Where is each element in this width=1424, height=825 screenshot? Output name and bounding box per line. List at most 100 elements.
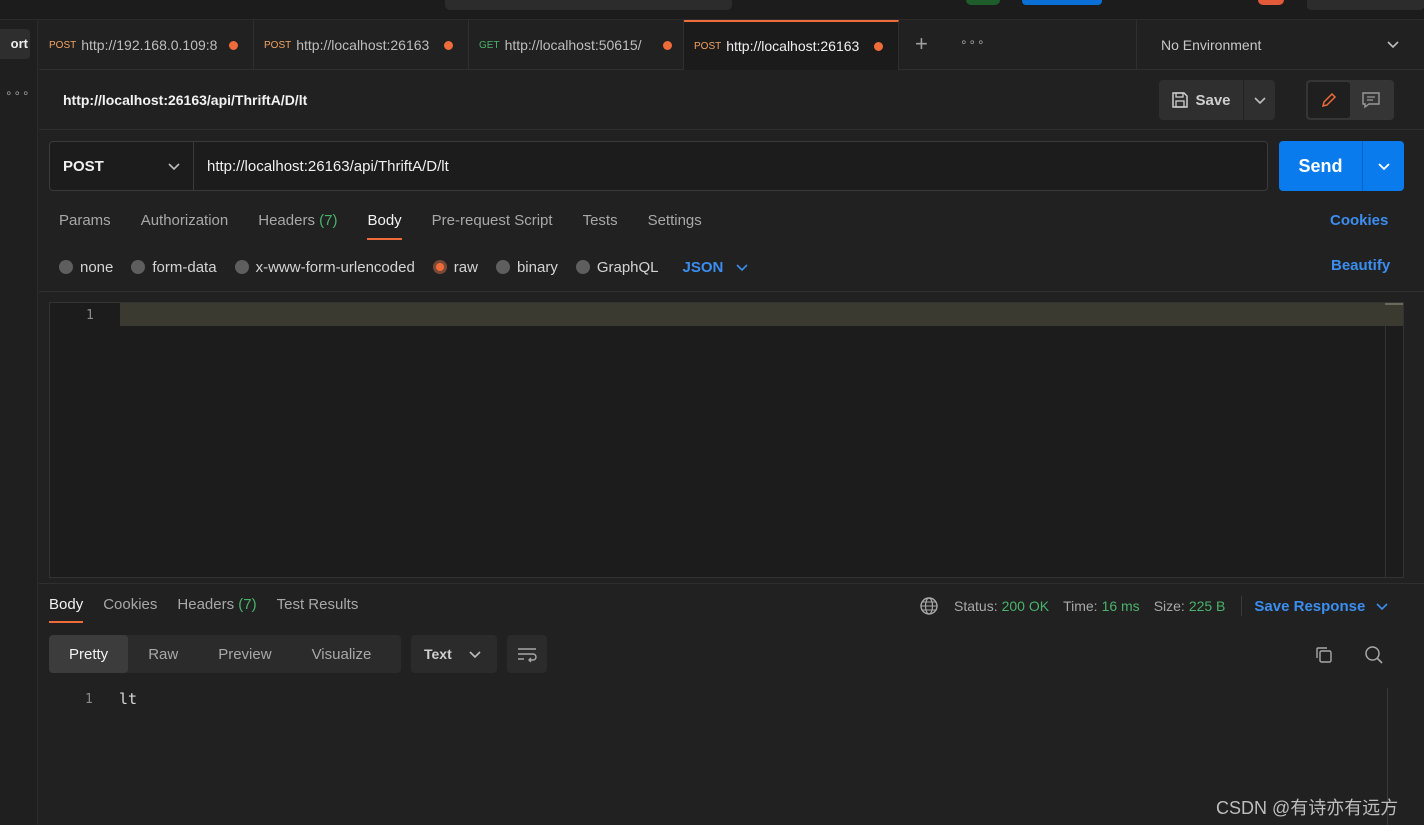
- divider: [1241, 596, 1243, 616]
- time-label: Time:: [1063, 598, 1098, 614]
- view-raw-button[interactable]: Raw: [128, 635, 198, 673]
- chevron-down-icon: [1253, 97, 1266, 105]
- response-tab-cookies[interactable]: Cookies: [103, 596, 157, 626]
- header-actions[interactable]: [1307, 0, 1424, 10]
- save-label: Save: [1195, 91, 1231, 109]
- tab-pre-request-script[interactable]: Pre-request Script: [432, 212, 553, 242]
- save-button[interactable]: Save: [1159, 80, 1243, 120]
- upgrade-button[interactable]: [1022, 0, 1102, 5]
- radio-icon: [234, 260, 249, 274]
- headers-count-badge: (7): [238, 596, 257, 613]
- body-type-urlencoded[interactable]: x-www-form-urlencoded: [234, 259, 415, 276]
- request-tab[interactable]: POST http://localhost:26163: [254, 20, 469, 70]
- new-tab-plus-icon[interactable]: +: [915, 32, 928, 56]
- url-input[interactable]: [194, 142, 1267, 190]
- request-tab[interactable]: GET http://localhost:50615/: [469, 20, 684, 70]
- wrap-lines-button[interactable]: [507, 635, 547, 673]
- save-response-button[interactable]: Save Response: [1254, 598, 1389, 615]
- comments-button[interactable]: [1350, 82, 1392, 118]
- tab-more-icon[interactable]: ∘∘∘: [960, 35, 986, 49]
- view-preview-button[interactable]: Preview: [198, 635, 291, 673]
- save-icon: [1172, 92, 1189, 108]
- body-type-binary[interactable]: binary: [495, 258, 558, 276]
- response-section-tabs: Body Cookies Headers (7) Test Results: [49, 596, 358, 626]
- invite-button[interactable]: [966, 0, 1000, 5]
- save-dropdown-button[interactable]: [1243, 80, 1275, 120]
- search-response-button[interactable]: [1362, 643, 1386, 667]
- radio-label: binary: [516, 258, 558, 276]
- comment-icon: [1362, 92, 1380, 109]
- body-type-form-data[interactable]: form-data: [131, 259, 217, 276]
- response-tab-headers[interactable]: Headers (7): [177, 596, 256, 626]
- unsaved-dot-icon: [444, 40, 454, 50]
- url-bar: POST: [49, 141, 1268, 191]
- request-body-editor[interactable]: 1: [49, 302, 1404, 578]
- unsaved-dot-icon: [662, 40, 672, 50]
- beautify-link[interactable]: Beautify: [1331, 257, 1390, 274]
- copy-response-button[interactable]: [1312, 643, 1336, 667]
- scrollbar-thumb[interactable]: [1385, 303, 1403, 326]
- chevron-down-icon: [736, 264, 748, 272]
- left-sidebar: ort ∘∘∘: [0, 20, 38, 825]
- radio-icon: [59, 260, 73, 274]
- response-tab-test-results[interactable]: Test Results: [277, 596, 359, 626]
- sidebar-more-icon[interactable]: ∘∘∘: [5, 86, 31, 100]
- method-select[interactable]: POST: [50, 142, 194, 190]
- status-label: Status:: [954, 598, 998, 614]
- response-body-viewer[interactable]: 1 lt: [49, 688, 1404, 825]
- divider: [39, 583, 1424, 584]
- cookies-link[interactable]: Cookies: [1330, 212, 1388, 229]
- tab-method: GET: [479, 39, 500, 51]
- format-label: Text: [424, 646, 452, 662]
- line-number: 1: [86, 308, 94, 323]
- import-button[interactable]: ort: [0, 29, 30, 59]
- global-search-bar[interactable]: [445, 0, 732, 10]
- tab-headers[interactable]: Headers (7): [258, 212, 337, 242]
- line-number: 1: [85, 692, 93, 707]
- pencil-icon: [1321, 92, 1337, 108]
- tab-url: http://localhost:50615/: [504, 37, 642, 53]
- environment-selector[interactable]: No Environment: [1136, 20, 1424, 70]
- tab-params[interactable]: Params: [59, 212, 111, 242]
- size-value: 225 B: [1188, 598, 1226, 614]
- tab-method: POST: [694, 40, 722, 52]
- request-tabs-bar: POST http://192.168.0.109:8 POST http://…: [39, 20, 1424, 70]
- view-visualize-button[interactable]: Visualize: [292, 635, 392, 673]
- tab-url: http://192.168.0.109:8: [81, 37, 218, 53]
- method-label: POST: [63, 157, 104, 175]
- environment-label: No Environment: [1161, 37, 1262, 53]
- body-type-raw[interactable]: raw: [432, 259, 478, 276]
- request-title[interactable]: http://localhost:26163/api/ThriftA/D/lt: [63, 92, 307, 108]
- tab-authorization[interactable]: Authorization: [141, 212, 229, 242]
- save-group: Save: [1159, 80, 1275, 120]
- language-select[interactable]: JSON: [683, 259, 750, 276]
- save-response-label: Save Response: [1254, 597, 1366, 615]
- chevron-down-icon: [168, 163, 180, 171]
- headers-count-badge: (7): [319, 212, 338, 229]
- tab-headers-label: Headers: [258, 212, 315, 229]
- request-tab-active[interactable]: POST http://localhost:26163: [684, 20, 899, 70]
- globe-icon[interactable]: [919, 596, 939, 616]
- edit-mode-button[interactable]: [1308, 82, 1350, 118]
- editor-scrollbar[interactable]: [1385, 303, 1403, 577]
- response-format-select[interactable]: Text: [411, 635, 497, 673]
- body-type-none[interactable]: none: [59, 259, 113, 276]
- tab-body[interactable]: Body: [367, 212, 402, 242]
- response-tab-body[interactable]: Body: [49, 596, 84, 626]
- response-content: lt: [119, 690, 138, 708]
- app-header: [0, 0, 1424, 20]
- avatar[interactable]: [1258, 0, 1284, 5]
- watermark: CSDN @有诗亦有远方: [1216, 798, 1399, 818]
- view-pretty-button[interactable]: Pretty: [49, 635, 129, 673]
- tab-method: POST: [264, 39, 292, 51]
- body-type-graphql[interactable]: GraphQL: [575, 259, 659, 276]
- mode-toggle: [1306, 80, 1394, 120]
- request-tab[interactable]: POST http://192.168.0.109:8: [39, 20, 254, 70]
- tab-settings[interactable]: Settings: [648, 212, 702, 242]
- chevron-down-icon: [1376, 603, 1388, 611]
- send-group: Send: [1279, 141, 1404, 191]
- send-dropdown-button[interactable]: [1363, 141, 1404, 191]
- tab-tests[interactable]: Tests: [583, 212, 618, 242]
- send-button[interactable]: Send: [1279, 141, 1363, 191]
- chevron-down-icon: [1387, 41, 1399, 49]
